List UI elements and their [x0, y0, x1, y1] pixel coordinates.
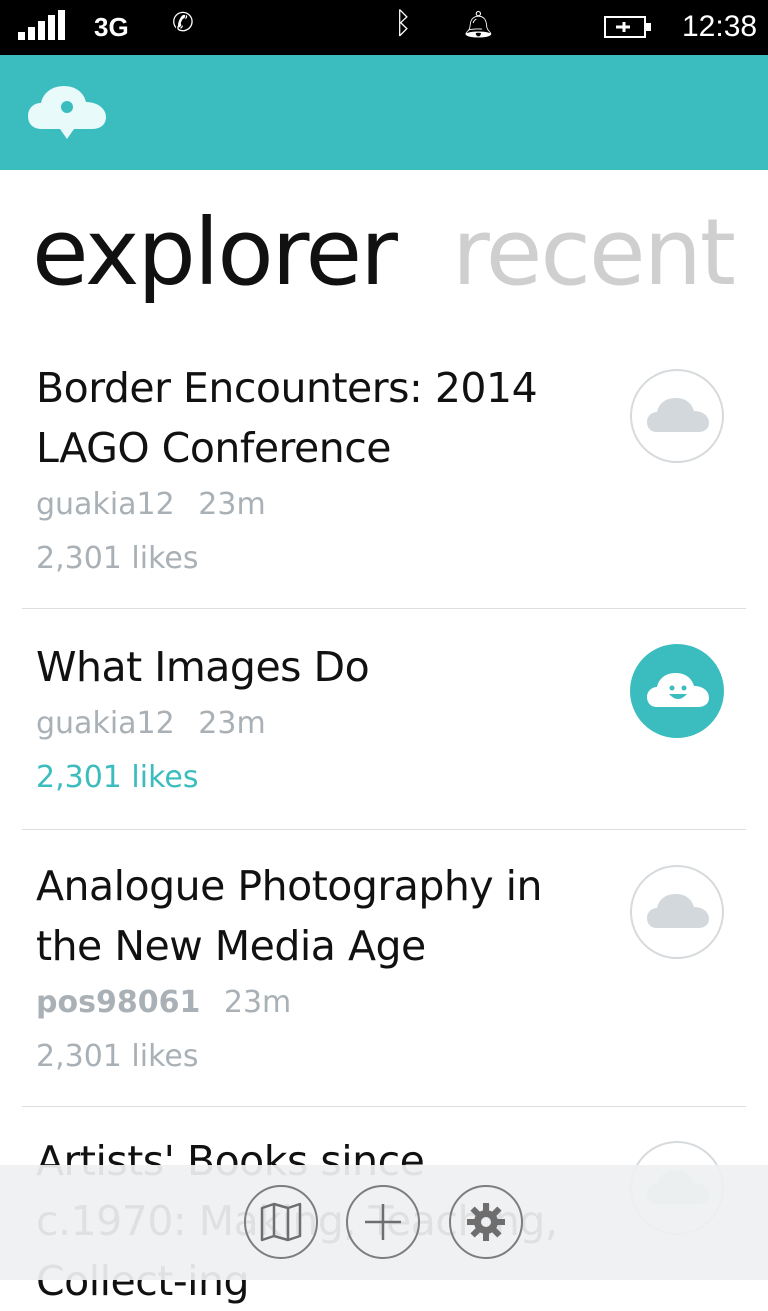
status-bar: 3G ✆ ᛒ 🔔︎ 12:38 — [0, 0, 768, 55]
item-user[interactable]: guakia12 — [36, 487, 175, 522]
add-button[interactable] — [346, 1185, 420, 1259]
settings-button[interactable] — [449, 1185, 523, 1259]
item-time: 23m — [223, 985, 292, 1020]
item-likes: 2,301 likes — [36, 541, 199, 576]
item-title: What Images Do — [36, 643, 370, 691]
bottom-app-bar — [0, 1165, 768, 1280]
bluetooth-icon: ᛒ — [394, 6, 412, 41]
pivot-explorer[interactable]: explorer — [32, 198, 398, 308]
ringer-icon: 🔔︎ — [462, 10, 496, 40]
list-item[interactable]: What Images Do guakia12 23m 2,301 likes — [22, 609, 746, 830]
map-button[interactable] — [244, 1185, 318, 1259]
item-meta: guakia12 23m — [22, 478, 746, 532]
item-user[interactable]: guakia12 — [36, 706, 175, 741]
list-item[interactable]: Border Encounters: 2014 LAGO Conference … — [22, 340, 746, 609]
item-user[interactable]: pos98061 — [36, 985, 200, 1020]
cloud-icon — [647, 894, 709, 928]
like-button[interactable] — [630, 369, 724, 463]
item-time: 23m — [198, 487, 266, 522]
cloud-icon — [647, 398, 709, 432]
like-button[interactable] — [630, 644, 724, 738]
pivot-header: explorer recent — [0, 170, 768, 330]
cloud-pin-logo — [28, 86, 106, 139]
settings-icon — [467, 1203, 505, 1241]
happy-cloud-icon — [647, 673, 709, 707]
pivot-recent[interactable]: recent — [452, 198, 736, 308]
item-time: 23m — [198, 706, 266, 741]
clock: 12:38 — [682, 10, 758, 43]
call-forward-icon: ✆ — [172, 8, 194, 38]
item-likes: 2,301 likes — [36, 1039, 199, 1074]
event-list: Border Encounters: 2014 LAGO Conference … — [0, 340, 768, 1307]
add-icon — [365, 1204, 401, 1240]
item-title: Border Encounters: 2014 LAGO Conference — [36, 364, 538, 472]
list-item[interactable]: Analogue Photography in the New Media Ag… — [22, 830, 746, 1107]
battery-charging-icon — [604, 16, 651, 38]
like-button[interactable] — [630, 865, 724, 959]
map-icon — [260, 1202, 302, 1242]
item-likes: 2,301 likes — [36, 760, 199, 795]
signal-icon — [18, 10, 65, 40]
item-meta: pos98061 23m — [22, 976, 746, 1030]
app-header — [0, 55, 768, 170]
item-title: Analogue Photography in the New Media Ag… — [36, 862, 543, 970]
network-type: 3G — [94, 12, 129, 42]
